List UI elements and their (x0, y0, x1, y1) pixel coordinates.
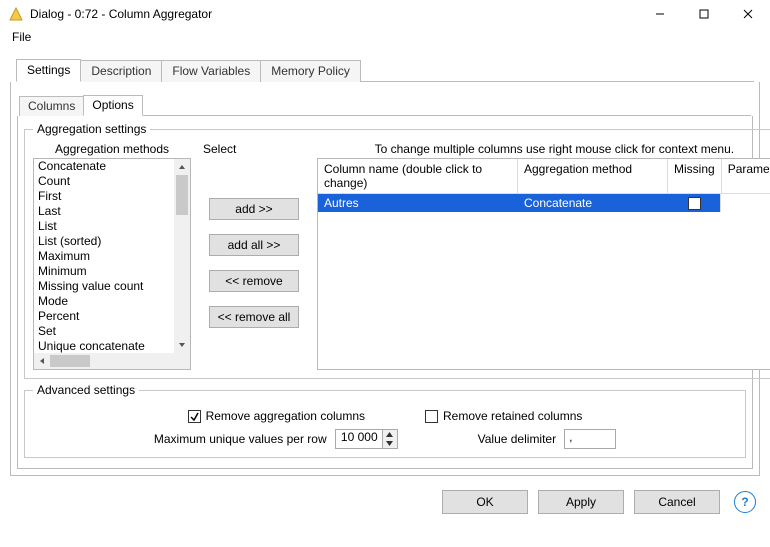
value-delimiter-label: Value delimiter (478, 432, 556, 446)
list-item[interactable]: Set (34, 324, 174, 339)
tab-options[interactable]: Options (83, 95, 142, 116)
advanced-settings-group: Advanced settings Remove aggregation col… (24, 383, 746, 458)
scroll-up-icon[interactable] (174, 159, 190, 175)
list-item[interactable]: Percent (34, 309, 174, 324)
help-button[interactable]: ? (734, 491, 756, 513)
value-delimiter-input[interactable]: , (564, 429, 616, 449)
th-aggregation-method[interactable]: Aggregation method (518, 159, 668, 194)
table-hint: To change multiple columns use right mou… (317, 142, 770, 156)
list-item[interactable]: Count (34, 174, 174, 189)
list-item[interactable]: Missing value count (34, 279, 174, 294)
menu-bar: File (0, 28, 770, 48)
select-header: Select (203, 142, 236, 156)
tab-description[interactable]: Description (80, 60, 162, 82)
tab-flow-variables[interactable]: Flow Variables (161, 60, 261, 82)
advanced-settings-legend: Advanced settings (33, 383, 139, 397)
hscroll-thumb[interactable] (50, 355, 90, 367)
tab-settings[interactable]: Settings (16, 59, 81, 82)
spinner[interactable] (383, 429, 398, 449)
checkbox-icon (188, 410, 201, 423)
main-tabs: Settings Description Flow Variables Memo… (16, 58, 754, 82)
scroll-corner (174, 353, 190, 369)
remove-aggregation-columns-label: Remove aggregation columns (206, 409, 365, 423)
remove-retained-columns-label: Remove retained columns (443, 409, 582, 423)
spinner-down-icon[interactable] (383, 439, 397, 448)
tab-memory-policy[interactable]: Memory Policy (260, 60, 361, 82)
th-parameter[interactable]: Parameter (722, 159, 770, 194)
list-item[interactable]: First (34, 189, 174, 204)
ok-button[interactable]: OK (442, 490, 528, 514)
remove-aggregation-columns-checkbox[interactable]: Remove aggregation columns (188, 409, 365, 423)
cancel-button[interactable]: Cancel (634, 490, 720, 514)
th-column-name[interactable]: Column name (double click to change) (318, 159, 518, 194)
maximize-button[interactable] (682, 0, 726, 28)
settings-panel: Columns Options Aggregation settings Agg… (10, 82, 760, 476)
cell-column-name[interactable]: Autres (318, 195, 518, 211)
remove-all-button[interactable]: << remove all (209, 306, 300, 328)
aggregation-settings-group: Aggregation settings Aggregation methods… (24, 122, 770, 379)
list-item[interactable]: Concatenate (34, 159, 174, 174)
missing-checkbox[interactable] (688, 197, 701, 210)
apply-button[interactable]: Apply (538, 490, 624, 514)
title-bar: Dialog - 0:72 - Column Aggregator (0, 0, 770, 28)
help-icon: ? (741, 495, 748, 509)
dialog-footer: OK Apply Cancel ? (0, 480, 770, 524)
aggregation-methods-header: Aggregation methods (33, 142, 191, 156)
aggregation-methods-list[interactable]: ConcatenateCountFirstLastListList (sorte… (33, 158, 191, 370)
remove-button[interactable]: << remove (209, 270, 300, 292)
list-item[interactable]: Last (34, 204, 174, 219)
remove-retained-columns-checkbox[interactable]: Remove retained columns (425, 409, 582, 423)
inner-tabs: Columns Options (19, 94, 751, 116)
window-title: Dialog - 0:72 - Column Aggregator (30, 7, 212, 21)
cell-aggregation-method[interactable]: Concatenate (518, 195, 668, 211)
scroll-left-icon[interactable] (34, 353, 50, 369)
menu-file[interactable]: File (6, 28, 37, 46)
list-item[interactable]: Maximum (34, 249, 174, 264)
max-unique-label: Maximum unique values per row (154, 432, 327, 446)
list-item[interactable]: List (34, 219, 174, 234)
cell-parameter[interactable] (720, 194, 770, 212)
list-item[interactable]: Mode (34, 294, 174, 309)
th-missing[interactable]: Missing (668, 159, 722, 194)
list-item[interactable]: List (sorted) (34, 234, 174, 249)
list-item[interactable]: Unique concatenate (34, 339, 174, 353)
add-all-button[interactable]: add all >> (209, 234, 300, 256)
vertical-scrollbar[interactable] (174, 159, 190, 353)
max-unique-input[interactable]: 10 000 (335, 429, 383, 449)
add-button[interactable]: add >> (209, 198, 300, 220)
scroll-down-icon[interactable] (174, 337, 190, 353)
close-button[interactable] (726, 0, 770, 28)
spinner-up-icon[interactable] (383, 430, 397, 439)
checkbox-icon (425, 410, 438, 423)
aggregation-settings-legend: Aggregation settings (33, 122, 150, 136)
minimize-button[interactable] (638, 0, 682, 28)
list-item[interactable]: Minimum (34, 264, 174, 279)
app-icon (8, 6, 24, 22)
cell-missing[interactable] (668, 196, 720, 211)
scroll-thumb[interactable] (176, 175, 188, 215)
table-row[interactable]: Autres Concatenate (318, 194, 770, 212)
tab-columns[interactable]: Columns (19, 96, 84, 116)
table-header: Column name (double click to change) Agg… (318, 159, 770, 194)
aggregation-table[interactable]: Column name (double click to change) Agg… (317, 158, 770, 370)
horizontal-scrollbar[interactable] (34, 353, 190, 369)
options-panel: Aggregation settings Aggregation methods… (17, 116, 753, 469)
